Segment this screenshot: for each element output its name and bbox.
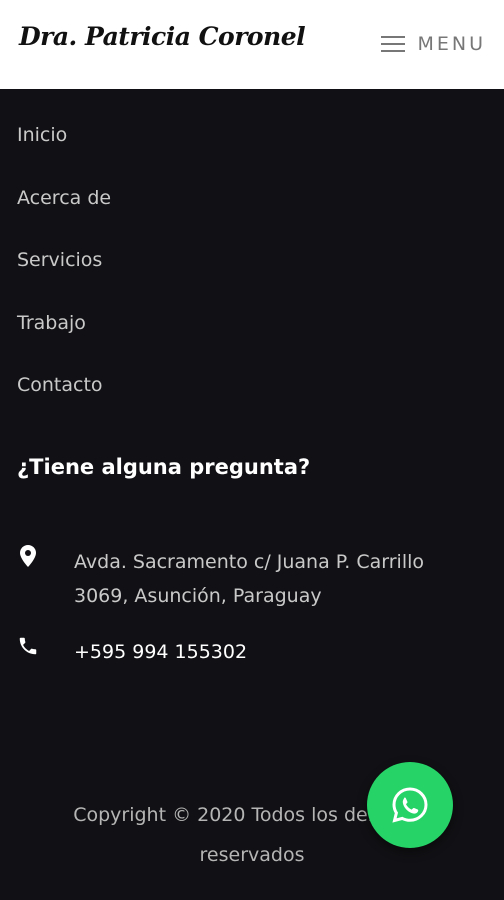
menu-toggle-button[interactable]: MENU <box>381 30 486 58</box>
nav-item-acerca-de[interactable]: Acerca de <box>17 173 111 236</box>
main-nav: Inicio Acerca de Servicios Trabajo Conta… <box>17 110 111 423</box>
nav-item-trabajo[interactable]: Trabajo <box>17 298 111 361</box>
menu-label: MENU <box>417 33 486 55</box>
address-text: Avda. Sacramento c/ Juana P. Carrillo 30… <box>74 551 425 607</box>
nav-item-servicios[interactable]: Servicios <box>17 235 111 298</box>
whatsapp-icon <box>392 787 428 823</box>
phone-row: +595 994 155302 <box>17 635 464 669</box>
brand-logo[interactable]: Dra. Patricia Coronel <box>19 22 306 51</box>
hamburger-icon <box>381 34 406 54</box>
whatsapp-button[interactable] <box>367 762 453 848</box>
phone-icon <box>17 635 39 669</box>
nav-item-inicio[interactable]: Inicio <box>17 110 111 173</box>
phone-link[interactable]: +595 994 155302 <box>74 635 464 669</box>
contact-heading: ¿Tiene alguna pregunta? <box>17 455 311 479</box>
site-header: Dra. Patricia Coronel MENU <box>0 0 504 89</box>
nav-item-contacto[interactable]: Contacto <box>17 360 111 423</box>
address-row: Avda. Sacramento c/ Juana P. Carrillo 30… <box>17 545 464 613</box>
map-pin-icon <box>17 545 39 613</box>
